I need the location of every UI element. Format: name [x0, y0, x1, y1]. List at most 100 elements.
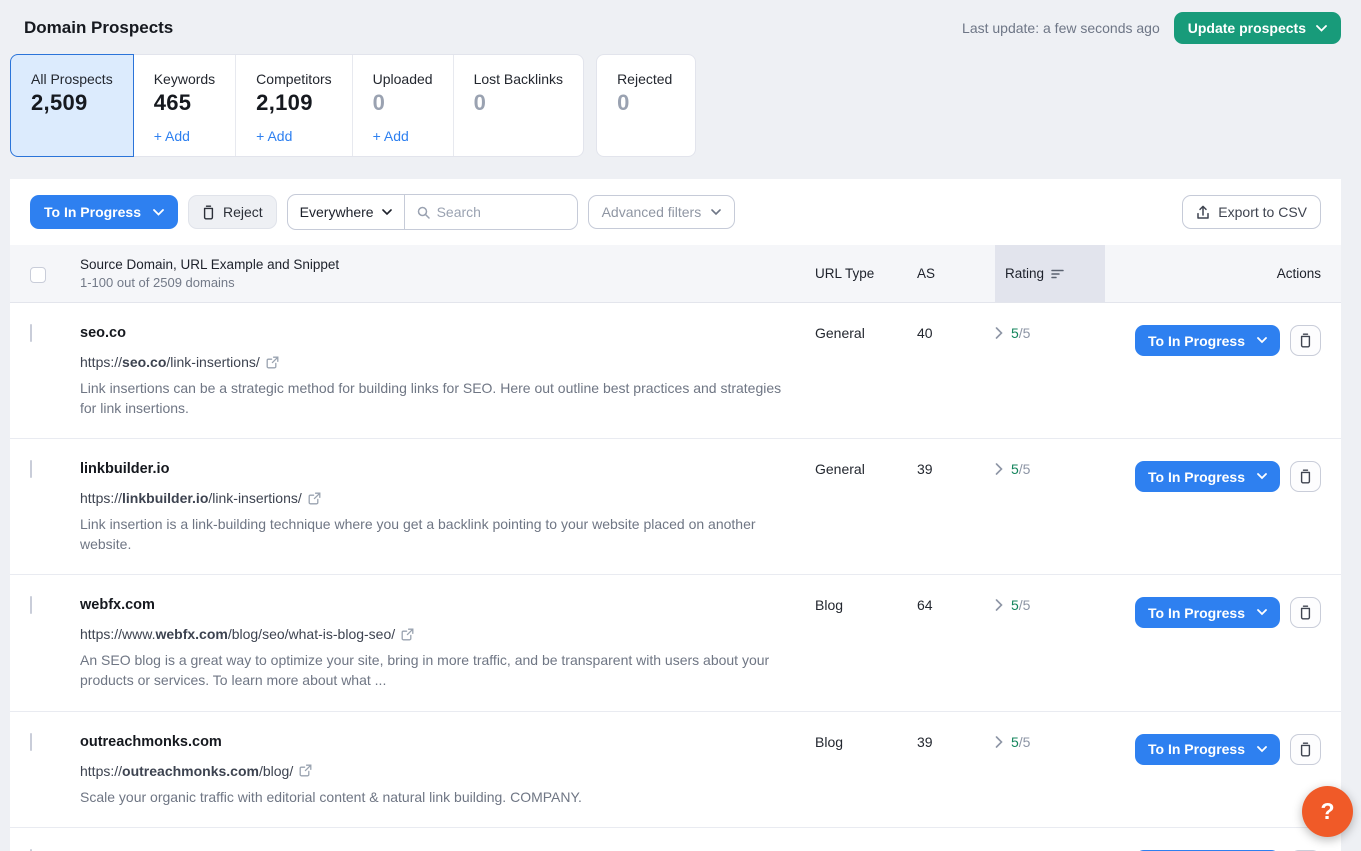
chevron-down-icon	[711, 209, 721, 216]
domain-name[interactable]: linkbuilder.io	[80, 461, 815, 477]
update-prospects-button[interactable]: Update prospects	[1174, 12, 1341, 44]
bulk-to-in-progress-button[interactable]: To In Progress	[30, 195, 178, 229]
row-checkbox[interactable]	[30, 324, 32, 342]
rating-expand[interactable]: 5/5	[995, 325, 1105, 341]
trash-icon	[1299, 333, 1312, 348]
rating-value: 5	[1011, 461, 1019, 477]
tab-label: Keywords	[154, 71, 215, 87]
row-to-in-progress-button[interactable]: To In Progress	[1135, 325, 1280, 356]
tab-uploaded[interactable]: Uploaded 0 + Add	[353, 55, 454, 156]
table-row: webfx.com https://www.webfx.com/blog/seo…	[10, 575, 1341, 711]
page-title: Domain Prospects	[24, 18, 173, 38]
page-snippet: Link insertions can be a strategic metho…	[80, 379, 785, 418]
export-label: Export to CSV	[1218, 204, 1307, 220]
search-combo: Everywhere	[287, 194, 578, 230]
table-row: linkbuilder.io https://linkbuilder.io/li…	[10, 439, 1341, 575]
chevron-down-icon	[1257, 473, 1267, 480]
row-checkbox[interactable]	[30, 596, 32, 614]
add-competitors-link[interactable]: + Add	[256, 128, 331, 144]
rating-expand[interactable]: 5/5	[995, 597, 1105, 613]
row-to-in-progress-button[interactable]: To In Progress	[1135, 734, 1280, 765]
scope-select[interactable]: Everywhere	[288, 195, 405, 229]
table-row: outreachmonks.com https://outreachmonks.…	[10, 712, 1341, 829]
chevron-down-icon	[1257, 337, 1267, 344]
row-checkbox[interactable]	[30, 733, 32, 751]
column-url-type[interactable]: URL Type	[815, 245, 917, 302]
url-type-value: General	[815, 461, 917, 477]
page-snippet: Scale your organic traffic with editoria…	[80, 788, 785, 808]
reject-button[interactable]: Reject	[188, 195, 277, 229]
row-delete-button[interactable]	[1290, 597, 1321, 628]
url-line[interactable]: https://seo.co/link-insertions/	[80, 354, 815, 370]
tab-lost-backlinks[interactable]: Lost Backlinks 0	[454, 55, 583, 156]
chevron-down-icon	[1316, 25, 1327, 32]
scope-label: Everywhere	[300, 204, 374, 220]
as-value: 39	[917, 461, 995, 477]
row-delete-button[interactable]	[1290, 325, 1321, 356]
chevron-right-icon[interactable]	[995, 463, 1003, 475]
rating-max: /5	[1019, 325, 1031, 341]
column-as[interactable]: AS	[917, 245, 995, 302]
tab-count: 0	[474, 90, 563, 116]
trash-icon	[1299, 469, 1312, 484]
tab-count: 465	[154, 90, 215, 116]
column-rating-label: Rating	[1005, 266, 1044, 281]
row-checkbox[interactable]	[30, 460, 32, 478]
external-link-icon[interactable]	[308, 492, 321, 505]
tab-count: 0	[373, 90, 433, 116]
tab-group: All Prospects 2,509 Keywords 465 + Add C…	[10, 54, 584, 157]
row-to-in-progress-button[interactable]: To In Progress	[1135, 461, 1280, 492]
external-link-icon[interactable]	[401, 628, 414, 641]
bulk-action-label: To In Progress	[44, 204, 141, 220]
export-icon	[1196, 205, 1210, 220]
add-keywords-link[interactable]: + Add	[154, 128, 215, 144]
advanced-filters-button[interactable]: Advanced filters	[588, 195, 736, 229]
tab-count: 2,509	[31, 90, 113, 116]
chevron-down-icon	[1257, 746, 1267, 753]
row-delete-button[interactable]	[1290, 734, 1321, 765]
external-link-icon[interactable]	[266, 356, 279, 369]
external-link-icon[interactable]	[299, 764, 312, 777]
as-value: 64	[917, 597, 995, 613]
url-line[interactable]: https://www.webfx.com/blog/seo/what-is-b…	[80, 626, 815, 642]
page-snippet: An SEO blog is a great way to optimize y…	[80, 651, 785, 690]
advanced-filters-label: Advanced filters	[602, 204, 702, 220]
row-delete-button[interactable]	[1290, 461, 1321, 492]
domain-name[interactable]: outreachmonks.com	[80, 734, 815, 750]
tab-count: 0	[617, 90, 675, 116]
chevron-right-icon[interactable]	[995, 599, 1003, 611]
search-input[interactable]	[437, 204, 565, 220]
rating-expand[interactable]: 5/5	[995, 734, 1105, 750]
as-value: 40	[917, 325, 995, 341]
add-uploaded-link[interactable]: + Add	[373, 128, 433, 144]
pagination-summary: 1-100 out of 2509 domains	[80, 275, 235, 290]
url-type-value: Blog	[815, 597, 917, 613]
chevron-down-icon	[153, 209, 164, 216]
url-line[interactable]: https://linkbuilder.io/link-insertions/	[80, 490, 815, 506]
row-to-in-progress-button[interactable]: To In Progress	[1135, 597, 1280, 628]
trash-icon	[202, 205, 215, 220]
url-line[interactable]: https://outreachmonks.com/blog/	[80, 763, 815, 779]
chevron-right-icon[interactable]	[995, 327, 1003, 339]
search-icon	[417, 206, 430, 219]
chevron-right-icon[interactable]	[995, 736, 1003, 748]
tab-keywords[interactable]: Keywords 465 + Add	[134, 55, 236, 156]
reject-label: Reject	[223, 204, 263, 220]
domain-name[interactable]: webfx.com	[80, 597, 815, 613]
rating-max: /5	[1019, 461, 1031, 477]
table-header: Source Domain, URL Example and Snippet 1…	[10, 245, 1341, 303]
help-button-label: ?	[1320, 798, 1334, 825]
export-csv-button[interactable]: Export to CSV	[1182, 195, 1321, 229]
domain-name[interactable]: seo.co	[80, 325, 815, 341]
help-button[interactable]: ?	[1302, 786, 1353, 837]
column-rating[interactable]: Rating	[995, 245, 1105, 302]
column-source-domain: Source Domain, URL Example and Snippet	[80, 257, 339, 272]
tab-all-prospects[interactable]: All Prospects 2,509	[10, 54, 134, 157]
page-snippet: Link insertion is a link-building techni…	[80, 515, 785, 554]
rating-max: /5	[1019, 597, 1031, 613]
last-update-text: Last update: a few seconds ago	[962, 20, 1160, 36]
select-all-checkbox[interactable]	[30, 267, 46, 283]
tab-rejected[interactable]: Rejected 0	[596, 54, 696, 157]
tab-competitors[interactable]: Competitors 2,109 + Add	[236, 55, 352, 156]
rating-expand[interactable]: 5/5	[995, 461, 1105, 477]
